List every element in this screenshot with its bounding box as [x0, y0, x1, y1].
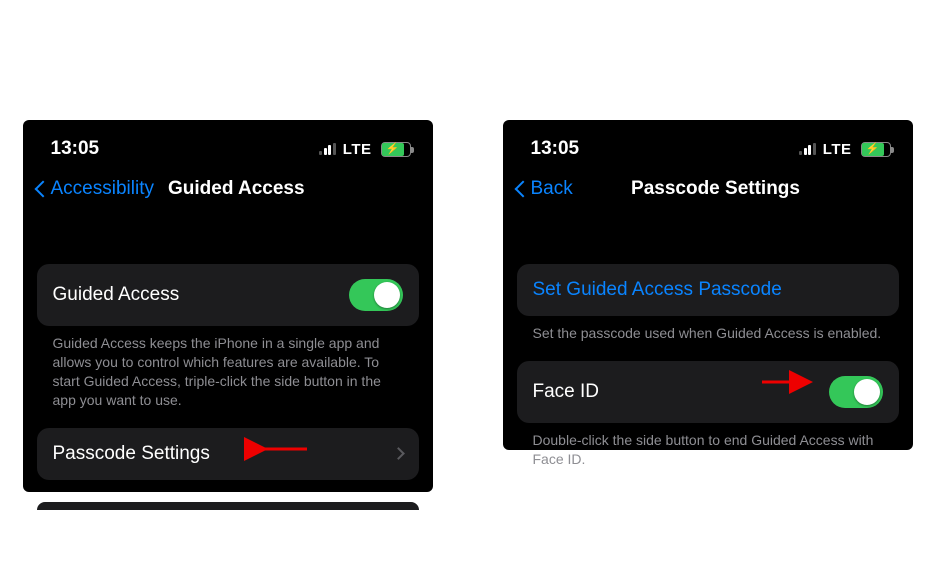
chevron-left-icon — [514, 181, 531, 198]
set-passcode-label: Set Guided Access Passcode — [533, 279, 782, 301]
face-id-footer: Double-click the side button to end Guid… — [517, 423, 899, 469]
passcode-settings-label: Passcode Settings — [53, 443, 210, 465]
battery-icon: ⚡ — [381, 142, 411, 157]
back-label: Back — [531, 178, 573, 200]
nav-bar: Accessibility Guided Access — [23, 168, 433, 216]
toggle-on-icon[interactable] — [349, 279, 403, 311]
guided-access-description: Guided Access keeps the iPhone in a sing… — [37, 326, 419, 410]
nav-title: Passcode Settings — [631, 178, 800, 200]
set-passcode-footer: Set the passcode used when Guided Access… — [517, 316, 899, 343]
back-button[interactable]: Accessibility — [33, 178, 154, 200]
battery-icon: ⚡ — [861, 142, 891, 157]
network-label: LTE — [343, 141, 372, 158]
guided-access-toggle-row[interactable]: Guided Access — [37, 264, 419, 326]
screenshot-guided-access: 13:05 LTE ⚡ Accessibility Guided Access … — [23, 120, 433, 492]
face-id-toggle-row[interactable]: Face ID — [517, 361, 899, 423]
status-right: LTE ⚡ — [799, 141, 890, 158]
signal-icon — [799, 143, 816, 155]
red-arrow-annotation-icon — [252, 436, 312, 462]
screenshot-passcode-settings: 13:05 LTE ⚡ Back Passcode Settings Set G… — [503, 120, 913, 450]
chevron-right-icon — [392, 447, 405, 460]
nav-title: Guided Access — [168, 178, 305, 200]
red-arrow-annotation-icon — [757, 369, 817, 395]
status-time: 13:05 — [51, 138, 100, 160]
back-button[interactable]: Back — [513, 178, 573, 200]
guided-access-label: Guided Access — [53, 284, 180, 306]
partial-next-cell — [37, 502, 419, 510]
status-time: 13:05 — [531, 138, 580, 160]
set-passcode-row[interactable]: Set Guided Access Passcode — [517, 264, 899, 316]
signal-icon — [319, 143, 336, 155]
status-bar: 13:05 LTE ⚡ — [23, 120, 433, 168]
status-bar: 13:05 LTE ⚡ — [503, 120, 913, 168]
toggle-on-icon[interactable] — [829, 376, 883, 408]
status-right: LTE ⚡ — [319, 141, 410, 158]
chevron-left-icon — [34, 181, 51, 198]
passcode-settings-row[interactable]: Passcode Settings — [37, 428, 419, 480]
network-label: LTE — [823, 141, 852, 158]
back-label: Accessibility — [51, 178, 154, 200]
nav-bar: Back Passcode Settings — [503, 168, 913, 216]
face-id-label: Face ID — [533, 381, 600, 403]
